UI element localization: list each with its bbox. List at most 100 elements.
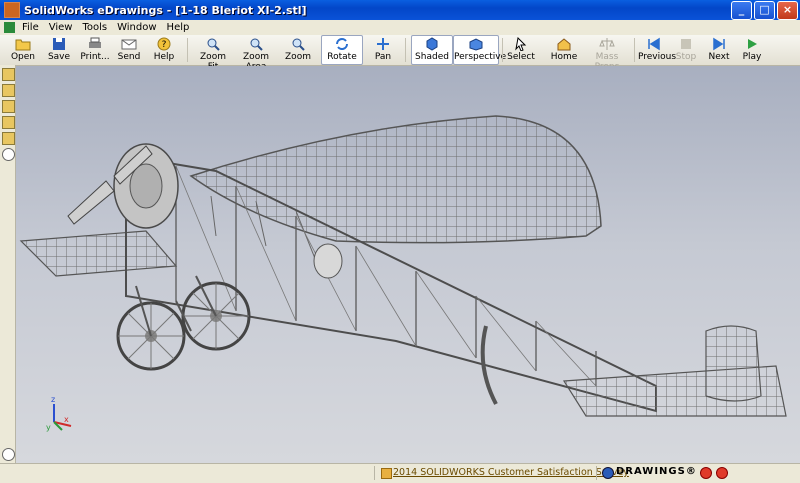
perspective-label: Perspective: [454, 52, 507, 62]
select-label: Select: [507, 52, 535, 62]
pan-icon: [377, 38, 389, 50]
close-button[interactable]: ×: [777, 1, 798, 20]
print-label: Print...: [80, 52, 110, 62]
open-button[interactable]: Open: [6, 36, 40, 64]
send-label: Send: [117, 52, 141, 62]
help-button[interactable]: ? Help: [148, 36, 180, 64]
send-button[interactable]: Send: [114, 36, 144, 64]
minimize-button[interactable]: _: [731, 1, 752, 20]
select-button[interactable]: Select: [506, 36, 536, 64]
sheets-icon[interactable]: [2, 116, 15, 129]
triad-x-label: x: [64, 415, 69, 424]
cursor-arrow-icon: [515, 37, 527, 51]
shaded-button[interactable]: Shaded: [411, 35, 453, 65]
rotate-icon: [336, 38, 348, 50]
components-tab-icon[interactable]: [2, 68, 15, 81]
triad-z-label: z: [51, 395, 55, 404]
toolbar-separator: [405, 38, 406, 62]
window-title: SolidWorks eDrawings - [1-18 Bleriot XI-…: [24, 3, 307, 17]
triad-y-label: y: [46, 423, 51, 432]
play-button[interactable]: Play: [738, 36, 766, 64]
record-icon[interactable]: [716, 467, 728, 479]
envelope-icon: [121, 39, 137, 50]
tailplane: [562, 325, 787, 417]
survey-link[interactable]: 2014 SOLIDWORKS Customer Satisfaction Su…: [393, 467, 629, 478]
shaded-label: Shaded: [415, 52, 449, 62]
menu-window[interactable]: Window: [112, 22, 161, 33]
no-sign-icon[interactable]: [700, 467, 712, 479]
solidworks-logo-icon: [602, 467, 614, 479]
stop-icon: [681, 39, 691, 49]
zoom-fit-icon: [207, 38, 220, 51]
document-icon[interactable]: [4, 22, 15, 33]
zoom-fit-button[interactable]: Zoom Fit: [194, 36, 232, 72]
menu-tools[interactable]: Tools: [77, 22, 112, 33]
help-icon: ?: [157, 37, 171, 51]
shaded-cube-icon: [426, 37, 438, 51]
status-divider: [374, 466, 375, 480]
next-label: Next: [708, 52, 730, 62]
zoom-area-icon: [250, 38, 263, 51]
window-controls: _ □ ×: [731, 1, 798, 20]
menu-bar: File View Tools Window Help: [0, 20, 800, 35]
svg-text:?: ?: [162, 40, 167, 50]
perspective-button[interactable]: Perspective: [453, 35, 506, 65]
toolbar-separator: [634, 38, 635, 62]
maximize-button[interactable]: □: [754, 1, 775, 20]
home-label: Home: [550, 52, 578, 62]
play-icon: [748, 39, 757, 49]
model-viewport[interactable]: z x y: [16, 66, 800, 463]
measure-icon[interactable]: [2, 100, 15, 113]
perspective-cube-icon: [469, 38, 483, 51]
home-icon: [557, 38, 571, 51]
open-label: Open: [10, 52, 36, 62]
toolbar-separator: [187, 38, 188, 62]
next-button[interactable]: Next: [705, 36, 733, 64]
pan-button[interactable]: Pan: [367, 36, 399, 64]
save-disk-icon: [53, 38, 65, 50]
home-button[interactable]: Home: [548, 36, 580, 64]
next-icon: [713, 37, 725, 51]
printer-icon: [89, 37, 101, 48]
previous-icon: [648, 37, 660, 51]
markup-pencil-icon[interactable]: [2, 84, 15, 97]
pan-label: Pan: [374, 52, 392, 62]
status-divider: [596, 466, 597, 480]
open-folder-icon: [15, 39, 31, 51]
mass-props-button[interactable]: Mass Props: [585, 36, 629, 72]
rotate-label: Rotate: [327, 52, 357, 62]
menu-file[interactable]: File: [17, 22, 44, 33]
print-button[interactable]: Print...: [78, 36, 112, 64]
landing-gear: [116, 275, 251, 371]
left-panel-tabs: [0, 65, 16, 465]
balance-scale-icon: [599, 38, 615, 50]
zoom-button[interactable]: Zoom: [282, 36, 314, 64]
save-button[interactable]: Save: [42, 36, 76, 64]
play-label: Play: [742, 52, 762, 62]
left-wing: [19, 230, 178, 277]
title-bar: SolidWorks eDrawings - [1-18 Bleriot XI-…: [0, 0, 800, 20]
stop-label: Stop: [675, 52, 697, 62]
main-toolbar: Open Save Print... Send ? Help Zoom Fit …: [0, 35, 800, 72]
previous-label: Previous: [638, 52, 677, 62]
edrawings-brand: DRAWINGS®: [616, 466, 697, 477]
zoom-icon: [292, 38, 305, 51]
zoom-label: Zoom: [285, 52, 311, 62]
expand-panel-icon[interactable]: [2, 148, 15, 161]
toolbar-separator: [502, 38, 503, 62]
zoom-area-button[interactable]: Zoom Area: [234, 36, 278, 72]
stamp-icon[interactable]: [2, 132, 15, 145]
save-label: Save: [47, 52, 71, 62]
rotate-button[interactable]: Rotate: [321, 35, 363, 65]
expand-bottom-icon[interactable]: [2, 448, 15, 461]
previous-button[interactable]: Previous: [638, 36, 676, 64]
menu-view[interactable]: View: [44, 22, 78, 33]
edrawings-app-icon[interactable]: [4, 2, 20, 18]
stop-button[interactable]: Stop: [674, 36, 698, 64]
bleriot-model-render: z x y: [19, 115, 787, 432]
survey-icon: [381, 468, 392, 479]
status-bar: 2014 SOLIDWORKS Customer Satisfaction Su…: [0, 463, 800, 483]
menu-help[interactable]: Help: [162, 22, 195, 33]
axis-triad: z x y: [46, 395, 72, 432]
help-label: Help: [153, 52, 175, 62]
